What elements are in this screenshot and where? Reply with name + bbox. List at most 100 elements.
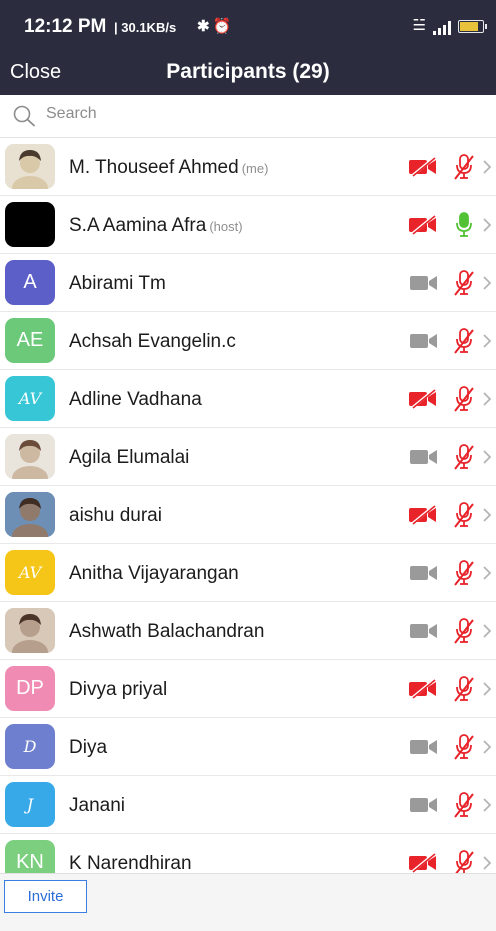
avatar: AV — [5, 376, 55, 421]
participant-row[interactable]: M. Thouseef Ahmed (me) — [0, 138, 496, 196]
chevron-right-icon[interactable] — [482, 159, 492, 175]
page-title: Participants (29) — [166, 60, 330, 83]
microphone-muted-icon[interactable] — [454, 560, 474, 586]
microphone-muted-icon[interactable] — [454, 444, 474, 470]
bottom-bar: Invite — [0, 873, 496, 931]
participant-name: M. Thouseef Ahmed — [69, 157, 239, 178]
avatar: J — [5, 782, 55, 827]
chevron-right-icon[interactable] — [482, 333, 492, 349]
participant-row[interactable]: Agila Elumalai — [0, 428, 496, 486]
chevron-right-icon[interactable] — [482, 565, 492, 581]
avatar-photo — [5, 434, 55, 479]
status-time: 12:12 PM — [24, 16, 107, 37]
participant-name: Agila Elumalai — [69, 447, 190, 468]
avatar: AE — [5, 318, 55, 363]
avatar-initials: AV — [18, 563, 42, 582]
chevron-right-icon[interactable] — [482, 217, 492, 233]
nav-bar: Close Participants (29) — [0, 50, 496, 95]
avatar-initials: J — [26, 795, 34, 814]
camera-off-icon[interactable] — [408, 505, 438, 525]
participant-name: Janani — [69, 795, 125, 816]
chevron-right-icon[interactable] — [482, 507, 492, 523]
snooze-icon: ✱ — [197, 18, 213, 35]
avatar-photo — [5, 608, 55, 653]
status-bar: 12:12 PM | 30.1KB/s ✱⏰ ☱ — [0, 0, 496, 50]
camera-off-icon[interactable] — [408, 679, 438, 699]
avatar-photo — [5, 144, 55, 189]
participant-row[interactable]: AV Anitha Vijayarangan — [0, 544, 496, 602]
participant-name: aishu durai — [69, 505, 162, 526]
camera-icon[interactable] — [410, 796, 438, 814]
participant-name: Achsah Evangelin.c — [69, 331, 236, 352]
participant-row[interactable]: S.A Aamina Afra (host) — [0, 196, 496, 254]
participant-name: Divya priyal — [69, 679, 168, 700]
avatar: DP — [5, 666, 55, 711]
participant-row[interactable]: AV Adline Vadhana — [0, 370, 496, 428]
search-bar[interactable] — [0, 95, 496, 138]
avatar: AV — [5, 550, 55, 595]
microphone-muted-icon[interactable] — [454, 792, 474, 818]
participant-role-tag: (me) — [241, 161, 269, 176]
chevron-right-icon[interactable] — [482, 275, 492, 291]
participant-role-tag: (host) — [209, 219, 243, 234]
microphone-muted-icon[interactable] — [454, 328, 474, 354]
microphone-icon[interactable] — [454, 212, 474, 238]
chevron-right-icon[interactable] — [482, 623, 492, 639]
participant-name: Ashwath Balachandran — [69, 621, 265, 642]
search-input[interactable] — [46, 105, 466, 123]
camera-icon[interactable] — [410, 274, 438, 292]
camera-icon[interactable] — [410, 622, 438, 640]
alarm-icon: ⏰ — [212, 18, 235, 35]
participant-name: Diya — [69, 737, 108, 758]
avatar-initials: KN — [16, 851, 44, 873]
participant-name: K Narendhiran — [69, 853, 192, 874]
invite-button[interactable]: Invite — [4, 880, 87, 913]
camera-off-icon[interactable] — [408, 215, 438, 235]
chevron-right-icon[interactable] — [482, 797, 492, 813]
participant-row[interactable]: aishu durai — [0, 486, 496, 544]
avatar-initials: A — [23, 271, 37, 293]
camera-off-icon[interactable] — [408, 853, 438, 873]
microphone-muted-icon[interactable] — [454, 502, 474, 528]
wifi-icon: ☱ — [412, 17, 426, 34]
microphone-muted-icon[interactable] — [454, 270, 474, 296]
microphone-muted-icon[interactable] — [454, 676, 474, 702]
chevron-right-icon[interactable] — [482, 449, 492, 465]
avatar-initials: DP — [16, 677, 44, 699]
camera-icon[interactable] — [410, 448, 438, 466]
participant-name: S.A Aamina Afra — [69, 215, 207, 236]
chevron-right-icon[interactable] — [482, 855, 492, 871]
avatar-photo — [5, 492, 55, 537]
participant-row[interactable]: D Diya — [0, 718, 496, 776]
camera-off-icon[interactable] — [408, 157, 438, 177]
chevron-right-icon[interactable] — [482, 739, 492, 755]
network-speed: | 30.1KB/s — [114, 20, 177, 35]
participant-list: M. Thouseef Ahmed (me) S.A Aamina Afra (hos… — [0, 138, 496, 892]
avatar: D — [5, 724, 55, 769]
participant-name: Anitha Vijayarangan — [69, 563, 239, 584]
search-icon — [13, 105, 35, 127]
camera-icon[interactable] — [410, 332, 438, 350]
avatar-initials: AV — [18, 389, 42, 408]
signal-icon — [433, 21, 451, 35]
participant-row[interactable]: J Janani — [0, 776, 496, 834]
microphone-muted-icon[interactable] — [454, 618, 474, 644]
camera-off-icon[interactable] — [408, 389, 438, 409]
avatar — [5, 202, 55, 247]
microphone-muted-icon[interactable] — [454, 154, 474, 180]
avatar-initials: AE — [16, 329, 44, 351]
camera-icon[interactable] — [410, 564, 438, 582]
chevron-right-icon[interactable] — [482, 391, 492, 407]
participant-name: Adline Vadhana — [69, 389, 202, 410]
microphone-muted-icon[interactable] — [454, 386, 474, 412]
participant-row[interactable]: AE Achsah Evangelin.c — [0, 312, 496, 370]
participant-row[interactable]: DP Divya priyal — [0, 660, 496, 718]
avatar-initials: D — [23, 737, 37, 756]
camera-icon[interactable] — [410, 738, 438, 756]
participant-row[interactable]: Ashwath Balachandran — [0, 602, 496, 660]
participant-name: Abirami Tm — [69, 273, 166, 294]
microphone-muted-icon[interactable] — [454, 734, 474, 760]
chevron-right-icon[interactable] — [482, 681, 492, 697]
battery-icon — [458, 20, 487, 33]
participant-row[interactable]: A Abirami Tm — [0, 254, 496, 312]
